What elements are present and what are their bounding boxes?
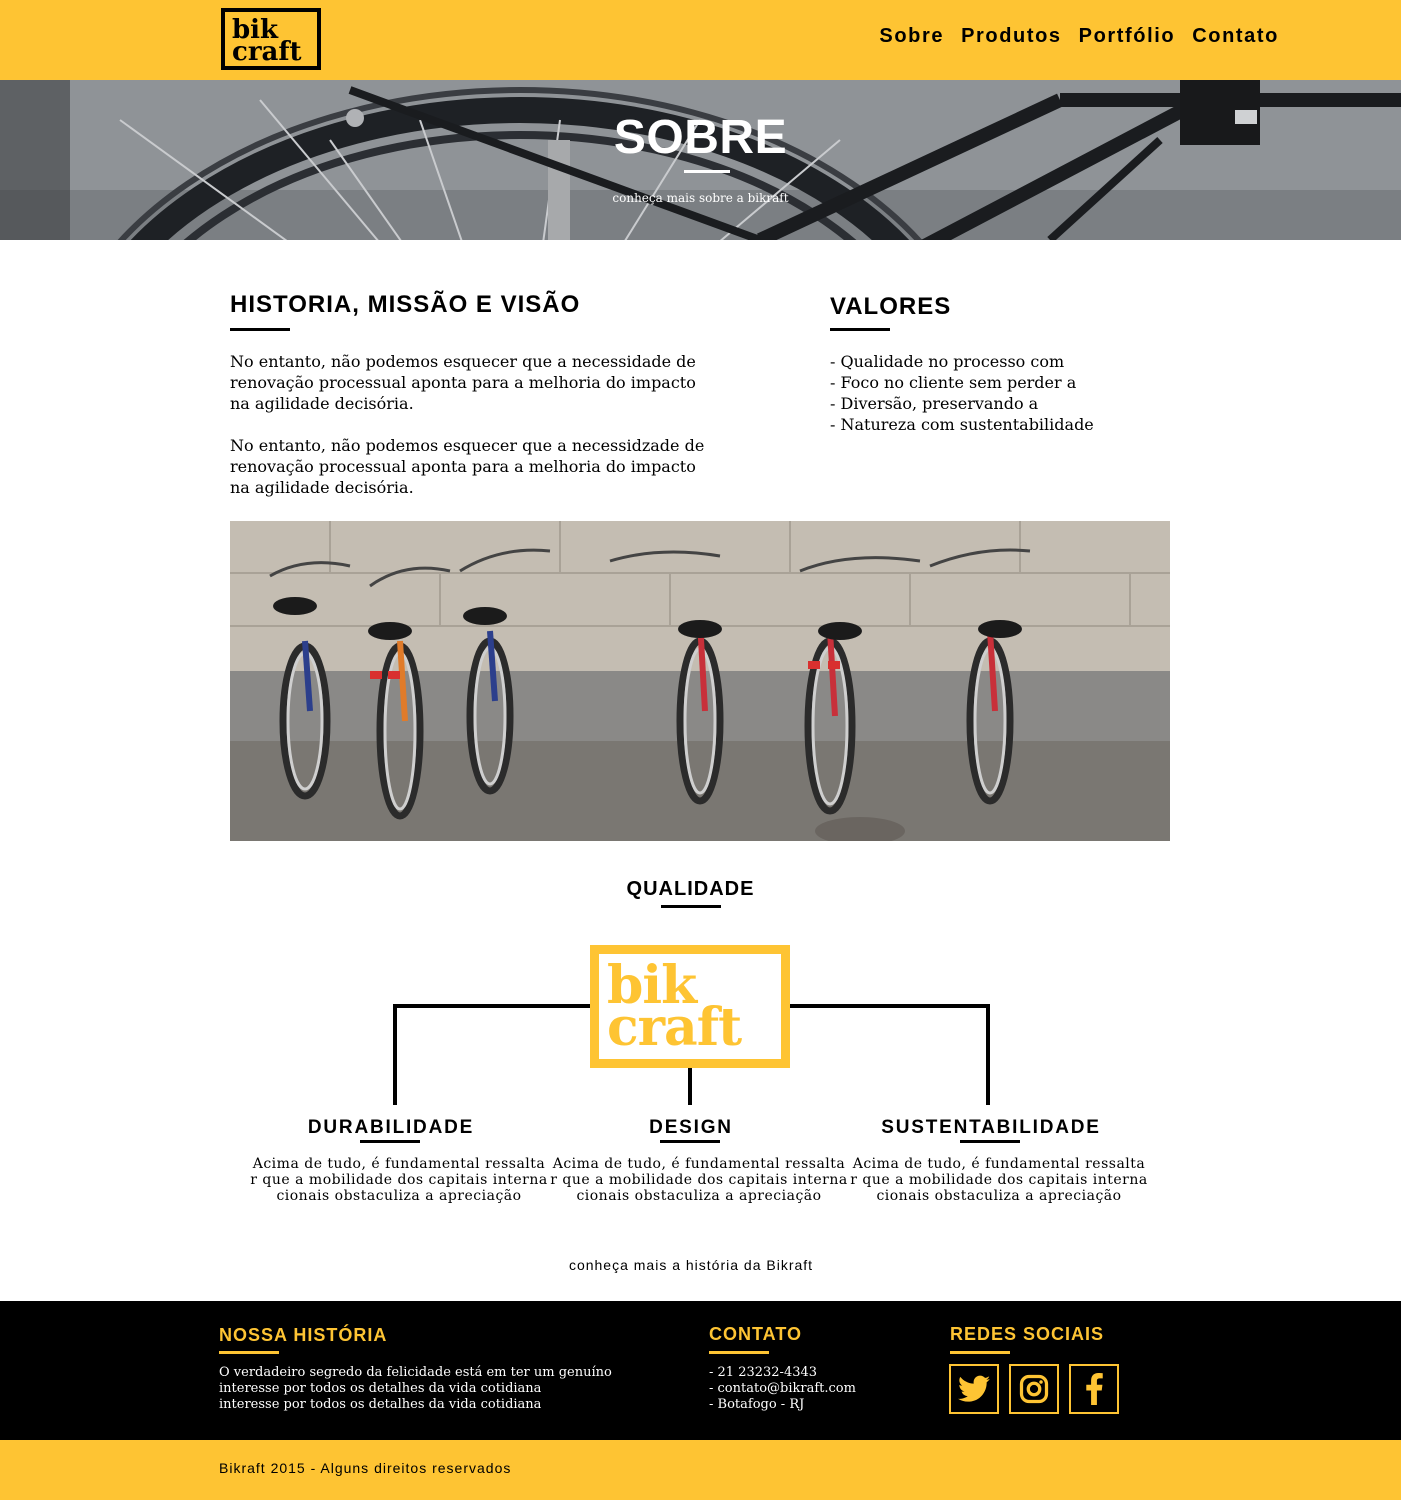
design-text: Acima de tudo, é fundamental ressalta r …: [550, 1156, 848, 1204]
bikcraft-logo[interactable]: bik craft: [221, 8, 321, 70]
facebook-icon[interactable]: [1069, 1364, 1119, 1414]
valores-item: - Natureza com sustentabilidade: [830, 415, 1094, 434]
logo-text-line2: craft: [232, 37, 302, 67]
sustentabilidade-text: Acima de tudo, é fundamental ressalta r …: [850, 1156, 1148, 1204]
design-underline: [660, 1140, 720, 1143]
qualidade-logo: bik craft: [590, 945, 790, 1068]
footer-historia-underline: [219, 1351, 279, 1354]
historia-heading-underline: [230, 328, 290, 331]
historia-paragraph-2: No entanto, não podemos esquecer que a n…: [230, 436, 705, 497]
hero-subtitle: conheça mais sobre a bikraft: [612, 191, 789, 205]
twitter-icon[interactable]: [949, 1364, 999, 1414]
valores-item: - Foco no cliente sem perder a: [830, 373, 1077, 392]
site-footer: NOSSA HISTÓRIA O verdadeiro segredo da f…: [0, 1301, 1401, 1440]
site-header: bik craft Sobre Produtos Portfólio Conta…: [0, 0, 1401, 80]
qualidade-heading: QUALIDADE: [626, 878, 755, 900]
hero-banner: SOBRE conheça mais sobre a bikraft: [0, 80, 1401, 240]
qualidade-logo-line2: craft: [607, 997, 742, 1058]
main-nav: Sobre Produtos Portfólio Contato: [879, 25, 1279, 48]
sustentabilidade-underline: [960, 1140, 1020, 1143]
bicycles-photo: [230, 521, 1170, 841]
durabilidade-underline: [360, 1140, 420, 1143]
footer-historia-text: O verdadeiro segredo da felicidade está …: [219, 1365, 612, 1412]
historia-paragraph-1: No entanto, não podemos esquecer que a n…: [230, 352, 696, 413]
historia-more-link[interactable]: conheça mais a história da Bikraft: [0, 1257, 1382, 1273]
valores-list: - Qualidade no processo com - Foco no cl…: [830, 351, 1094, 435]
footer-contato-text: - 21 23232-4343 - contato@bikraft.com - …: [709, 1365, 856, 1412]
nav-link-produtos[interactable]: Produtos: [961, 25, 1062, 48]
valores-heading-underline: [830, 328, 890, 331]
historia-heading: HISTORIA, MISSÃO E VISÃO: [230, 291, 581, 318]
valores-item: - Diversão, preservando a: [830, 394, 1039, 413]
valores-heading: VALORES: [830, 293, 952, 320]
durabilidade-heading: DURABILIDADE: [307, 1117, 475, 1138]
nav-link-sobre[interactable]: Sobre: [879, 25, 944, 48]
sustentabilidade-heading: SUSTENTABILIDADE: [881, 1117, 1101, 1138]
footer-historia-heading: NOSSA HISTÓRIA: [219, 1325, 388, 1345]
hero-title-underline: [684, 170, 730, 173]
hero-title: SOBRE: [613, 111, 788, 164]
nav-link-contato[interactable]: Contato: [1192, 25, 1279, 48]
copyright-text: Bikraft 2015 - Alguns direitos reservado…: [219, 1460, 512, 1476]
design-heading: DESIGN: [649, 1117, 733, 1138]
footer-contato-heading: CONTATO: [709, 1324, 802, 1344]
valores-item: - Qualidade no processo com: [830, 352, 1065, 371]
copyright-bar: Bikraft 2015 - Alguns direitos reservado…: [0, 1440, 1401, 1500]
footer-contato-underline: [709, 1351, 769, 1354]
durabilidade-text: Acima de tudo, é fundamental ressalta r …: [250, 1156, 548, 1204]
footer-redes-heading: REDES SOCIAIS: [950, 1324, 1105, 1344]
nav-link-portfolio[interactable]: Portfólio: [1079, 25, 1176, 48]
instagram-icon[interactable]: [1009, 1364, 1059, 1414]
qualidade-heading-underline: [661, 905, 721, 908]
footer-redes-underline: [950, 1351, 1010, 1354]
